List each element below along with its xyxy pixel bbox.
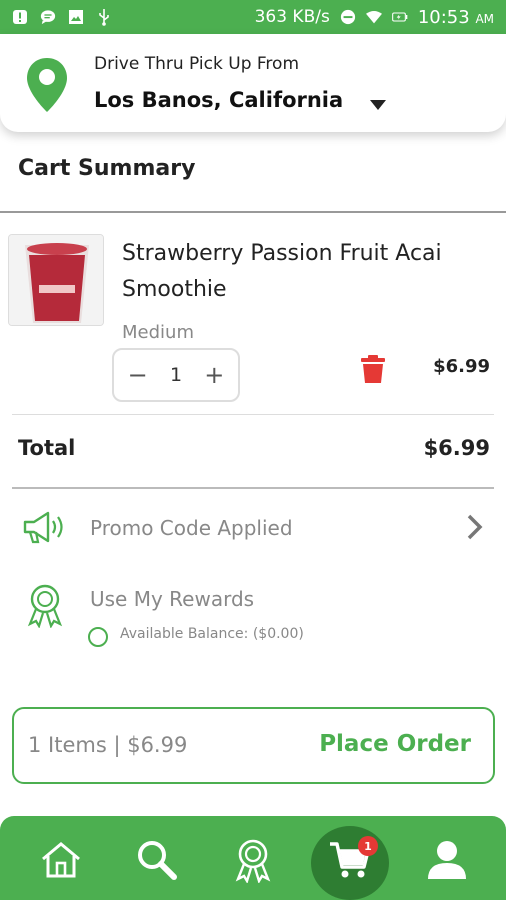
dnd-icon (340, 9, 356, 25)
promo-code-label[interactable]: Promo Code Applied (90, 516, 293, 540)
megaphone-icon (22, 508, 68, 548)
divider (12, 414, 494, 415)
location-selector[interactable]: Drive Thru Pick Up From Los Banos, Calif… (0, 34, 506, 132)
network-speed: 363 KB/s (254, 7, 330, 27)
quantity-stepper: − 1 + (112, 348, 240, 402)
total-label: Total (18, 436, 76, 460)
total-value: $6.99 (423, 436, 490, 460)
quantity-value: 1 (169, 364, 183, 386)
usb-icon (96, 9, 112, 26)
caret-down-icon[interactable] (368, 97, 388, 111)
battery-icon (391, 9, 408, 25)
available-balance: Available Balance: ($0.00) (120, 626, 304, 642)
cart-summary-title: Cart Summary (18, 156, 196, 181)
product-name: Strawberry Passion Fruit Acai Smoothie (122, 241, 442, 302)
increase-quantity-button[interactable]: + (199, 361, 229, 389)
divider (12, 487, 494, 489)
decrease-quantity-button[interactable]: − (123, 361, 153, 389)
pickup-subtitle: Drive Thru Pick Up From (94, 54, 300, 74)
cart-tab-active[interactable] (311, 826, 389, 900)
clock-time: 10:53 (417, 6, 470, 28)
product-size: Medium (122, 322, 194, 343)
message-icon (40, 9, 56, 25)
pickup-location[interactable]: Los Banos, California (94, 88, 343, 112)
use-rewards-label: Use My Rewards (90, 587, 255, 611)
place-order-bar: 1 Items | $6.99 Place Order (12, 707, 495, 784)
status-bar: 363 KB/s 10:53 AM (0, 0, 506, 34)
location-pin-icon (24, 56, 70, 114)
search-icon[interactable] (134, 838, 180, 882)
image-icon (68, 9, 84, 25)
order-summary: 1 Items | $6.99 (28, 733, 188, 757)
notification-icon (12, 9, 28, 25)
cart-count-badge: 1 (358, 836, 378, 856)
product-price: $6.99 (433, 356, 490, 377)
chevron-right-icon[interactable] (466, 512, 484, 542)
home-icon[interactable] (38, 838, 84, 882)
rewards-badge-icon (24, 582, 66, 629)
rewards-radio[interactable] (88, 627, 108, 647)
delete-icon[interactable] (360, 354, 386, 384)
place-order-button[interactable]: Place Order (319, 731, 471, 757)
rewards-icon[interactable] (230, 838, 276, 883)
bottom-navigation (0, 816, 506, 900)
divider (0, 211, 506, 213)
clock: 10:53 AM (418, 7, 494, 28)
product-image (8, 234, 104, 326)
clock-ampm: AM (475, 11, 494, 26)
profile-icon[interactable] (424, 838, 470, 882)
wifi-icon (365, 9, 382, 25)
